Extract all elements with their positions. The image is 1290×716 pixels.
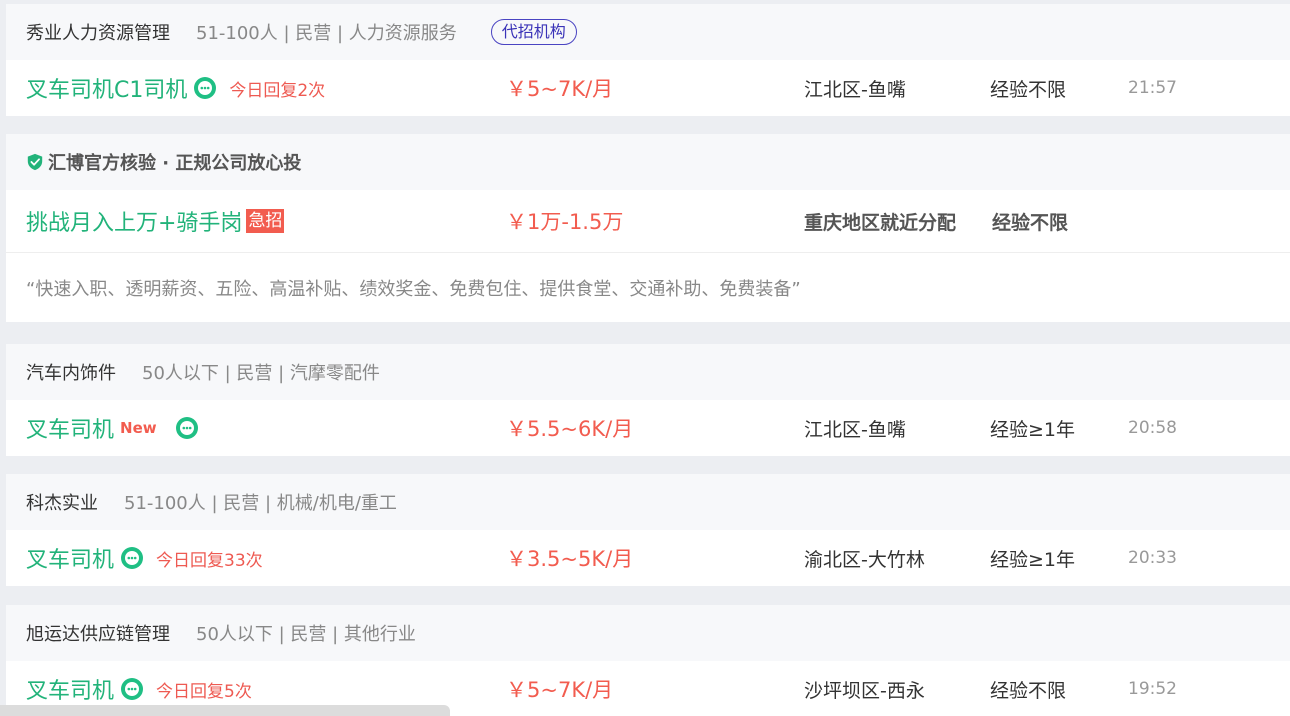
experience-requirement: 经验≥1年 bbox=[990, 418, 1076, 441]
reply-count: 今日回复2次 bbox=[229, 80, 326, 101]
experience-requirement: 经验不限 bbox=[992, 211, 1069, 234]
job-title[interactable]: 叉车司机 bbox=[26, 673, 114, 705]
welfare-text: “快速入职、透明薪资、五险、高温补贴、绩效奖金、免费包住、提供食堂、交通补助、免… bbox=[26, 278, 801, 300]
reply-count: 今日回复5次 bbox=[156, 681, 252, 702]
update-time: 19:52 bbox=[1128, 679, 1177, 699]
urgent-tag: 急招 bbox=[246, 209, 285, 233]
update-time: 20:33 bbox=[1128, 548, 1177, 568]
job-row[interactable]: 叉车司机 New ￥5.5~6K/月 江北区-鱼嘴 经验≥1年 20:58 bbox=[6, 400, 1290, 456]
job-title-group: 叉车司机 今日回复33次 bbox=[26, 530, 263, 586]
browser-status-bar bbox=[0, 705, 450, 716]
job-card-featured[interactable]: 汇博官方核验 · 正规公司放心投 挑战月入上万+骑手岗 急招 ￥1万-1.5万 … bbox=[6, 134, 1290, 322]
verify-text: 汇博官方核验 · 正规公司放心投 bbox=[48, 153, 302, 174]
company-header: 科杰实业 51-100人 | 民营 | 机械/机电/重工 bbox=[6, 474, 1290, 530]
job-title[interactable]: 挑战月入上万+骑手岗 bbox=[26, 205, 242, 237]
new-tag: New bbox=[120, 419, 157, 437]
welfare-row: “快速入职、透明薪资、五险、高温补贴、绩效奖金、免费包住、提供食堂、交通补助、免… bbox=[6, 252, 1290, 322]
job-title[interactable]: 叉车司机 bbox=[26, 542, 114, 574]
company-header: 旭运达供应链管理 50人以下 | 民营 | 其他行业 bbox=[6, 605, 1290, 661]
reply-count: 今日回复33次 bbox=[156, 550, 263, 571]
job-card[interactable]: 科杰实业 51-100人 | 民营 | 机械/机电/重工 叉车司机 今日回复33… bbox=[6, 474, 1290, 586]
job-location: 江北区-鱼嘴 bbox=[804, 418, 906, 441]
job-card[interactable]: 汽车内饰件 50人以下 | 民营 | 汽摩零配件 叉车司机 New ￥5.5~6… bbox=[6, 344, 1290, 456]
salary: ￥5.5~6K/月 bbox=[506, 417, 634, 441]
experience-requirement: 经验≥1年 bbox=[990, 548, 1076, 571]
experience-requirement: 经验不限 bbox=[990, 78, 1067, 101]
job-location: 沙坪坝区-西永 bbox=[804, 679, 925, 702]
company-name[interactable]: 旭运达供应链管理 bbox=[26, 620, 170, 646]
chat-bubble-icon[interactable] bbox=[175, 416, 199, 440]
company-info: 51-100人 | 民营 | 人力资源服务 bbox=[196, 23, 457, 44]
update-time: 20:58 bbox=[1128, 418, 1177, 438]
company-header: 汽车内饰件 50人以下 | 民营 | 汽摩零配件 bbox=[6, 344, 1290, 400]
company-name[interactable]: 汽车内饰件 bbox=[26, 359, 116, 385]
job-card[interactable]: 旭运达供应链管理 50人以下 | 民营 | 其他行业 叉车司机 今日回复5次 ￥… bbox=[6, 605, 1290, 716]
job-list: 秀业人力资源管理 51-100人 | 民营 | 人力资源服务 代招机构 叉车司机… bbox=[0, 0, 1290, 716]
chat-bubble-icon[interactable] bbox=[120, 546, 144, 570]
salary: ￥1万-1.5万 bbox=[506, 210, 624, 234]
company-header: 秀业人力资源管理 51-100人 | 民营 | 人力资源服务 代招机构 bbox=[6, 4, 1290, 60]
verify-header: 汇博官方核验 · 正规公司放心投 bbox=[6, 134, 1290, 190]
company-name[interactable]: 秀业人力资源管理 bbox=[26, 19, 170, 45]
job-title[interactable]: 叉车司机 bbox=[26, 412, 114, 444]
chat-bubble-icon[interactable] bbox=[193, 76, 217, 100]
job-location: 渝北区-大竹林 bbox=[804, 548, 925, 571]
job-location: 重庆地区就近分配 bbox=[804, 211, 957, 234]
update-time: 21:57 bbox=[1128, 78, 1177, 98]
job-card[interactable]: 秀业人力资源管理 51-100人 | 民营 | 人力资源服务 代招机构 叉车司机… bbox=[6, 4, 1290, 116]
job-row[interactable]: 叉车司机C1司机 今日回复2次 ￥5~7K/月 江北区-鱼嘴 经验不限 21:5… bbox=[6, 60, 1290, 116]
experience-requirement: 经验不限 bbox=[990, 679, 1067, 702]
salary: ￥5~7K/月 bbox=[506, 77, 614, 101]
salary: ￥5~7K/月 bbox=[506, 678, 614, 702]
company-info: 51-100人 | 民营 | 机械/机电/重工 bbox=[124, 493, 397, 514]
company-name[interactable]: 科杰实业 bbox=[26, 489, 98, 515]
job-title-group: 叉车司机 New bbox=[26, 400, 199, 456]
shield-check-icon bbox=[27, 153, 43, 171]
job-row[interactable]: 叉车司机 今日回复33次 ￥3.5~5K/月 渝北区-大竹林 经验≥1年 20:… bbox=[6, 530, 1290, 586]
job-title-group: 叉车司机C1司机 今日回复2次 bbox=[26, 60, 325, 116]
job-location: 江北区-鱼嘴 bbox=[804, 78, 906, 101]
salary: ￥3.5~5K/月 bbox=[506, 547, 634, 571]
job-title-group: 挑战月入上万+骑手岗 急招 bbox=[26, 190, 285, 252]
job-title[interactable]: 叉车司机C1司机 bbox=[26, 72, 187, 104]
chat-bubble-icon[interactable] bbox=[120, 677, 144, 701]
company-info: 50人以下 | 民营 | 汽摩零配件 bbox=[142, 363, 380, 384]
job-row[interactable]: 挑战月入上万+骑手岗 急招 ￥1万-1.5万 重庆地区就近分配 经验不限 bbox=[6, 190, 1290, 252]
company-info: 50人以下 | 民营 | 其他行业 bbox=[196, 624, 416, 645]
agency-badge: 代招机构 bbox=[490, 19, 577, 45]
